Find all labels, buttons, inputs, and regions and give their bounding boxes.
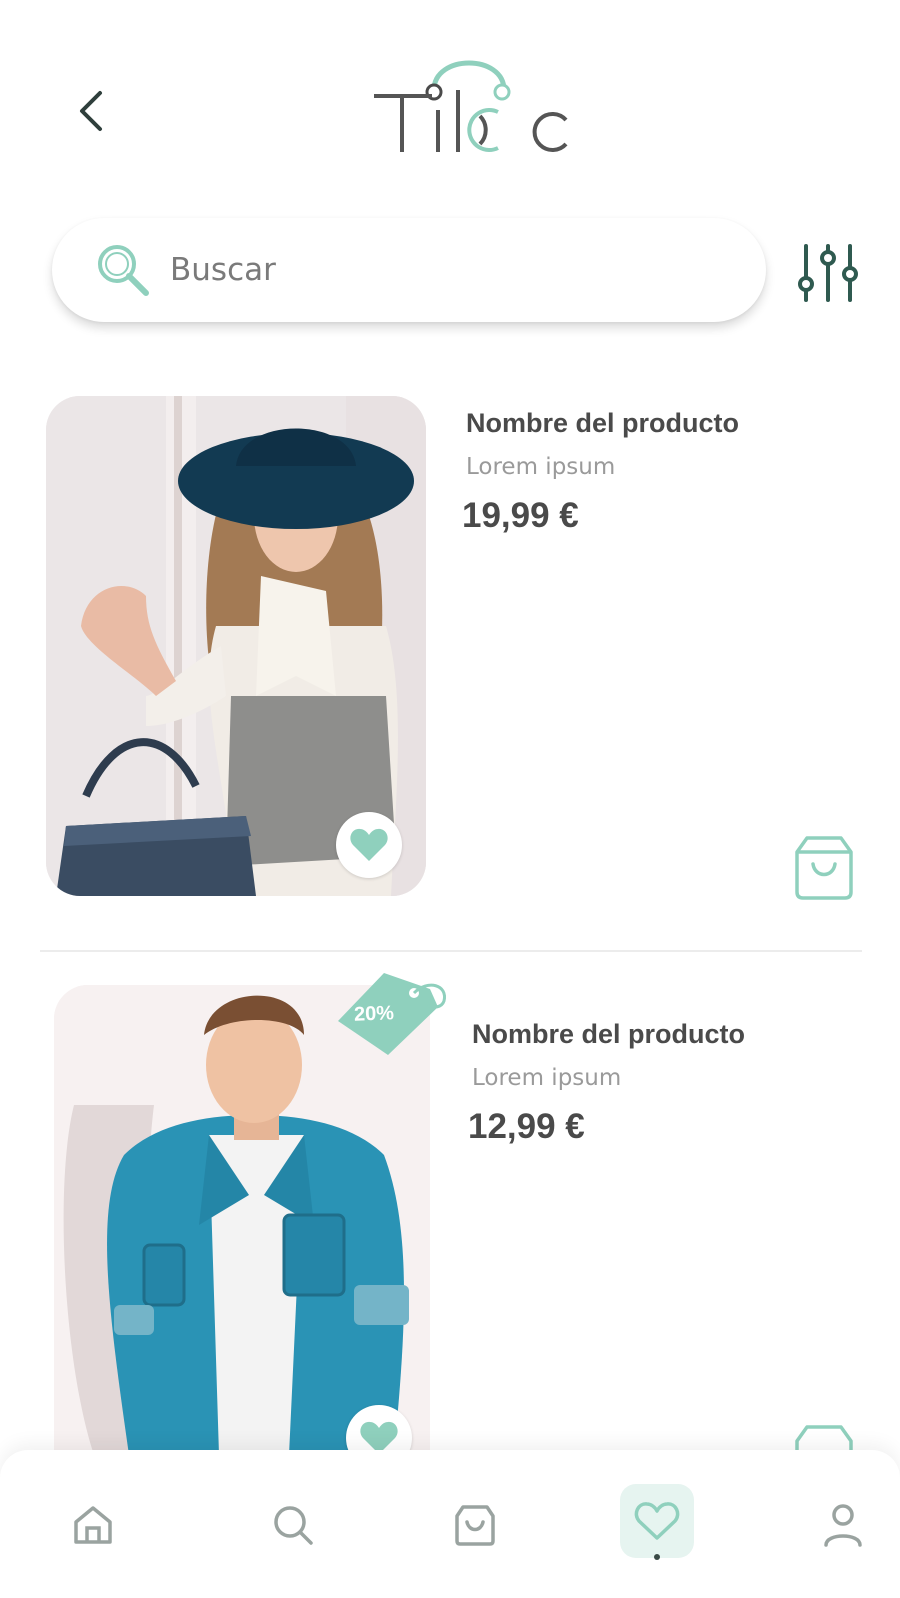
nav-profile[interactable] [808,1490,878,1560]
discount-tag: 20% [338,971,458,1071]
discount-label: 20% [353,1002,395,1026]
search-input[interactable] [170,252,690,288]
nav-favorites[interactable] [620,1484,694,1558]
favorite-button[interactable] [336,812,402,878]
search-icon [274,1506,313,1545]
product-price: 19,99 € [462,496,579,535]
product-card[interactable]: Nombre del producto Lorem ipsum 19,99 € [0,396,900,900]
product-name: Nombre del producto [472,1019,746,1049]
sliders-icon [798,244,858,302]
nav-cart[interactable] [440,1490,510,1560]
search-bar[interactable] [52,218,766,322]
divider [40,950,862,952]
logo-hanger-icon [374,60,568,152]
user-icon [824,1504,862,1547]
chevron-left-icon [80,91,102,131]
product-subtitle: Lorem ipsum [472,1065,622,1091]
back-button[interactable] [66,86,116,136]
nav-home[interactable] [58,1490,128,1560]
active-indicator [654,1554,660,1560]
search-icon [98,245,149,296]
add-to-cart-button[interactable] [793,834,855,900]
heart-icon [350,828,388,861]
brand-logo [368,40,588,165]
product-name: Nombre del producto [466,408,740,438]
product-subtitle: Lorem ipsum [466,454,616,480]
filter-button[interactable] [796,244,860,304]
bag-icon [455,1505,495,1546]
bottom-navigation [0,1450,900,1598]
nav-search[interactable] [258,1490,328,1560]
bag-icon [795,836,853,900]
heart-icon [634,1502,680,1540]
product-price: 12,99 € [468,1107,585,1146]
product-card[interactable]: 20% Nombre del producto Lorem ipsum 12,9… [0,973,900,1489]
home-icon [74,1506,112,1544]
